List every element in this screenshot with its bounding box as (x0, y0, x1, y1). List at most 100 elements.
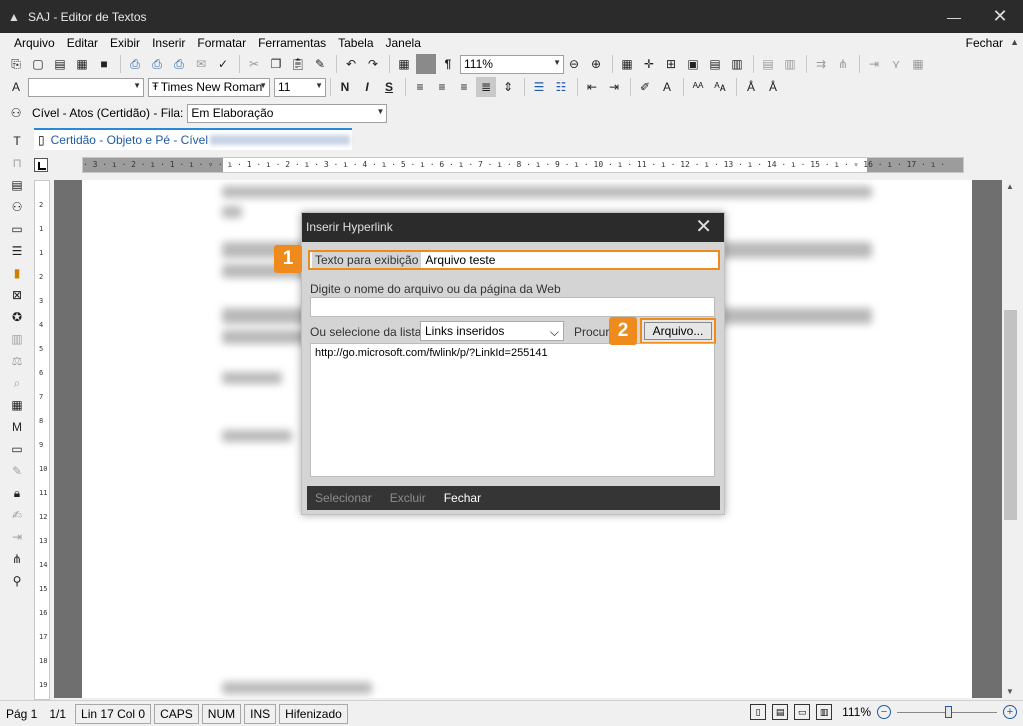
comment-icon[interactable]: ▭ (8, 220, 26, 238)
export-icon[interactable]: ⇥ (864, 54, 884, 74)
align-center-icon[interactable]: ≡ (432, 77, 452, 97)
menu-ferramentas[interactable]: Ferramentas (252, 33, 332, 53)
highlight-icon[interactable]: ✐ (635, 77, 655, 97)
people-icon[interactable]: ⚇ (8, 198, 26, 216)
font-color-icon[interactable]: A (657, 77, 677, 97)
award-icon[interactable]: ✪ (8, 308, 26, 326)
edit-icon[interactable]: ✎ (8, 462, 26, 480)
zoom-plus-icon[interactable]: + (1003, 705, 1017, 719)
table-insert-icon[interactable]: ✛ (639, 54, 659, 74)
email-icon[interactable]: ✉ (191, 54, 211, 74)
line-spacing-icon[interactable]: ⇕ (498, 77, 518, 97)
scroll-up-icon[interactable]: ▲ (1006, 182, 1014, 191)
close-icon[interactable]: ✕ (695, 213, 712, 242)
menu-formatar[interactable]: Formatar (191, 33, 252, 53)
zoom-in-icon[interactable]: ⊕ (586, 54, 606, 74)
file-delete-icon[interactable]: ⊠ (8, 286, 26, 304)
style-combo[interactable]: ▼ (28, 77, 144, 97)
zoom-out-icon[interactable]: ⊖ (564, 54, 584, 74)
redo-icon[interactable]: ↷ (363, 54, 383, 74)
forms-icon[interactable]: ▤ (8, 176, 26, 194)
align-left-icon[interactable]: ≡ (410, 77, 430, 97)
document-m-icon[interactable]: M (8, 418, 26, 436)
increase-indent-icon[interactable]: ⇥ (604, 77, 624, 97)
delete-button[interactable]: Excluir (390, 491, 426, 505)
table-cell-icon[interactable]: ▣ (683, 54, 703, 74)
menu-arquivo[interactable]: Arquivo (8, 33, 61, 53)
align-right-icon[interactable]: ≡ (454, 77, 474, 97)
export-doc-icon[interactable]: ⇥ (8, 528, 26, 546)
web-view-icon[interactable]: ▭ (794, 704, 811, 720)
table-merge-icon[interactable]: ▤ (705, 54, 725, 74)
print-icon[interactable]: ⎙ (125, 54, 145, 74)
menu-exibir[interactable]: Exibir (104, 33, 146, 53)
link-list[interactable]: http://go.microsoft.com/fwlink/p/?LinkId… (310, 343, 715, 477)
horizontal-ruler[interactable]: · 3 · ı · 2 · ı · 1 · ı · ▿ · ı · 1 · ı … (82, 157, 964, 173)
save-icon[interactable]: ■ (94, 54, 114, 74)
underline-button[interactable]: S (379, 77, 399, 97)
tab-document[interactable]: ▯ Certidão - Objeto e Pé - Cível (34, 128, 352, 150)
flow-icon[interactable]: ⇉ (811, 54, 831, 74)
decrease-indent-icon[interactable]: ⇤ (582, 77, 602, 97)
print-preview-icon[interactable]: ⎙ (147, 54, 167, 74)
layout-icon[interactable]: ▦ (908, 54, 928, 74)
table-borders-icon[interactable]: ⊞ (661, 54, 681, 74)
share-icon[interactable]: ⋔ (8, 550, 26, 568)
file-icon[interactable]: ▮ (8, 264, 26, 282)
section-icon[interactable]: ▤ (758, 54, 778, 74)
uppercase-icon[interactable]: ᴬᴬ (688, 77, 708, 97)
columns-icon[interactable]: ▥ (780, 54, 800, 74)
format-painter-icon[interactable]: ✎ (310, 54, 330, 74)
search-doc-icon[interactable]: ⌕ (8, 374, 26, 392)
cut-icon[interactable]: ✂ (244, 54, 264, 74)
stamp-icon[interactable]: ⊓ (8, 154, 26, 172)
lowercase-icon[interactable]: ᴬᴀ (710, 77, 730, 97)
tree-icon[interactable]: ⋔ (833, 54, 853, 74)
print-setup-icon[interactable]: ⎙ (169, 54, 189, 74)
print-layout-icon[interactable]: ▯ (750, 704, 767, 720)
grow-font-icon[interactable]: Å (741, 77, 761, 97)
browse-file-button[interactable]: Arquivo... (640, 318, 716, 344)
insert-table-icon[interactable]: ▦ (394, 54, 414, 74)
show-formatting-icon[interactable]: ¶ (438, 54, 458, 74)
font-size-combo[interactable]: 11 ▼ (274, 77, 326, 97)
bold-button[interactable]: N (335, 77, 355, 97)
shading-icon[interactable] (416, 54, 436, 74)
menu-inserir[interactable]: Inserir (146, 33, 191, 53)
select-button[interactable]: Selecionar (315, 491, 372, 505)
display-text-field[interactable]: Texto para exibição Arquivo teste (308, 250, 720, 270)
justify-icon[interactable]: ≣ (476, 77, 496, 97)
copy-icon[interactable]: ❐ (266, 54, 286, 74)
new-document-icon[interactable]: ▢ (28, 54, 48, 74)
paste-icon[interactable]: 📋︎ (288, 54, 308, 74)
close-dialog-button[interactable]: Fechar (444, 491, 481, 505)
scale-icon[interactable]: ⚖ (8, 352, 26, 370)
font-name-combo[interactable]: Ŧ Times New Roman ▼ (148, 77, 270, 97)
signature-icon[interactable]: ✍ (8, 506, 26, 524)
page-view-icon[interactable]: ▤ (772, 704, 789, 720)
menu-tabela[interactable]: Tabela (332, 33, 379, 53)
spellcheck-icon[interactable]: ✓ (213, 54, 233, 74)
zoom-combo[interactable]: 111% ▼ (460, 54, 564, 74)
menu-janela[interactable]: Janela (380, 33, 427, 53)
menu-fechar[interactable]: Fechar (966, 36, 1003, 50)
bullets-icon[interactable]: ☰ (529, 77, 549, 97)
minimize-button[interactable]: — (931, 0, 977, 33)
zoom-slider-thumb[interactable] (945, 705, 952, 718)
text-format-icon[interactable]: T (8, 132, 26, 150)
vertical-scrollbar[interactable]: ▲ ▼ (1002, 180, 1019, 698)
merge-icon[interactable]: ⋎ (886, 54, 906, 74)
columns-vertical-icon[interactable]: ▥ (8, 330, 26, 348)
table-split-icon[interactable]: ▥ (727, 54, 747, 74)
scrollbar-thumb[interactable] (1004, 310, 1017, 520)
tab-stop-selector[interactable] (34, 158, 48, 172)
open-recent-icon[interactable]: ▦ (72, 54, 92, 74)
table-grid-icon[interactable]: ▦ (617, 54, 637, 74)
queue-filter-combo[interactable]: Em Elaboração ▼ (187, 103, 388, 123)
menu-editar[interactable]: Editar (61, 33, 104, 53)
new-template-icon[interactable]: ⎘ (6, 54, 26, 74)
folder-icon[interactable]: ▭ (8, 440, 26, 458)
brush-icon[interactable]: ⚲ (8, 572, 26, 590)
zoom-slider[interactable] (897, 705, 997, 718)
close-window-button[interactable]: ✕ (977, 0, 1023, 33)
